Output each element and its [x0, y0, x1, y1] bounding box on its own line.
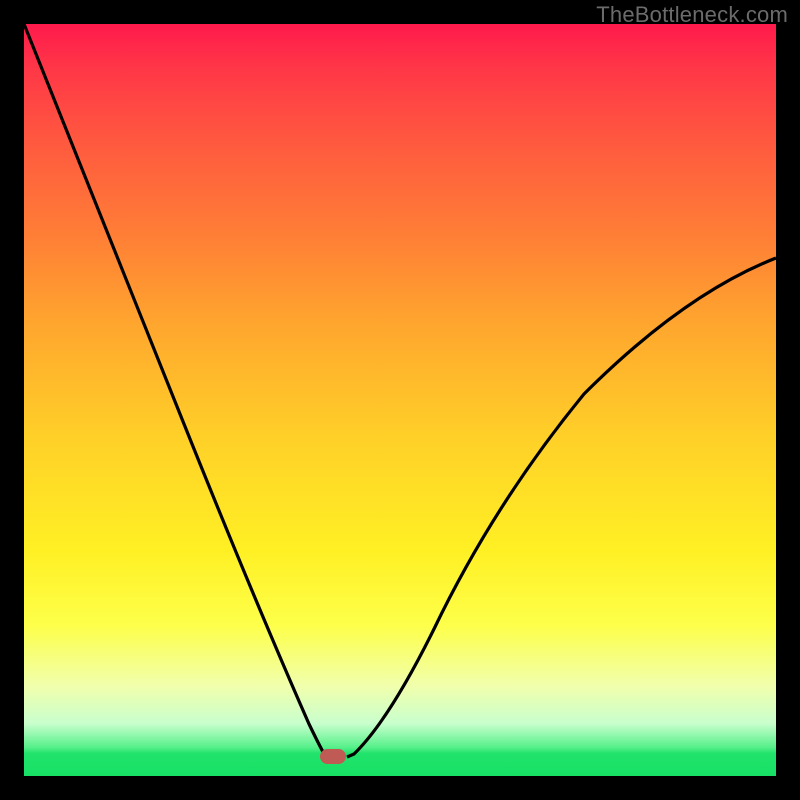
watermark-text: TheBottleneck.com	[596, 2, 788, 28]
optimum-marker	[320, 749, 346, 764]
bottleneck-curve	[24, 24, 776, 776]
curve-left-branch	[24, 24, 331, 757]
chart-plot-area	[24, 24, 776, 776]
curve-right-branch	[347, 258, 776, 757]
chart-frame: TheBottleneck.com	[0, 0, 800, 800]
